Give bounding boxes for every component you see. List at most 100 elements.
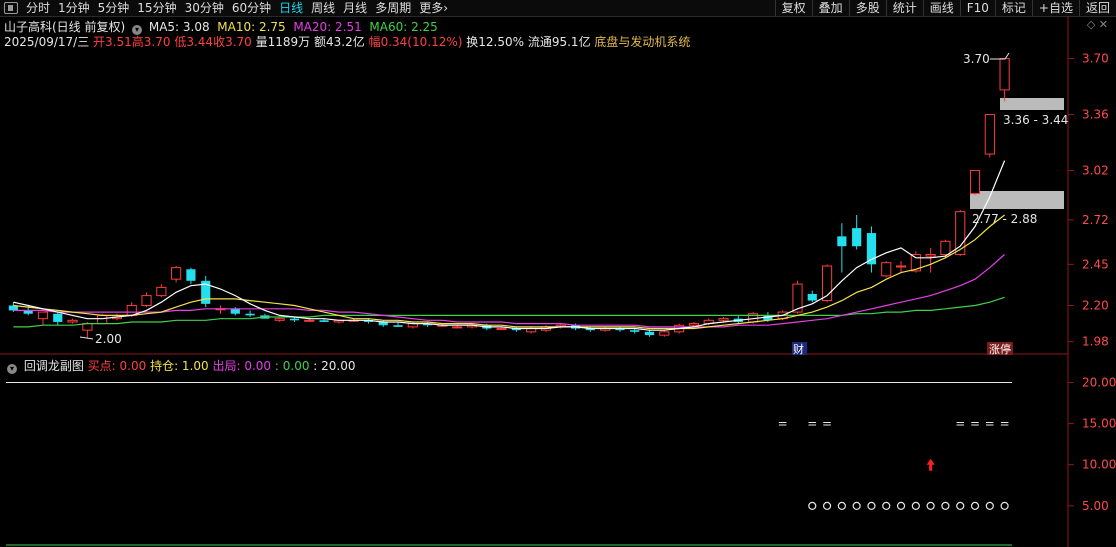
buy-arrow-icon — [926, 458, 935, 471]
candle-down — [733, 318, 743, 322]
price-tick-label: 2.45 — [1082, 257, 1109, 271]
sub-indicator-name[interactable]: 回调龙副图 — [24, 359, 84, 373]
low-value: 低3.44 — [174, 35, 214, 49]
kline-chart: 3.70 3.36 3.02 2.72 2.45 2.20 1.98 20.00 15.00 1… — [0, 16, 1116, 547]
price-tick-label: 3.02 — [1082, 164, 1109, 178]
buy-point-value: 买点: 0.00 — [87, 359, 147, 373]
back-button[interactable]: 返回 — [1078, 0, 1116, 16]
close-value: 收3.70 — [213, 35, 252, 49]
zhangting-label: 涨停 — [989, 342, 1011, 356]
candle-up — [111, 316, 123, 320]
signal-circle — [882, 501, 891, 510]
candle-down — [585, 328, 595, 331]
signal-circle — [956, 501, 965, 510]
candle-down — [363, 320, 374, 322]
candle-up — [540, 326, 552, 331]
panel-toggle-icon[interactable] — [4, 2, 18, 14]
diamond-icon[interactable]: ◇ — [1087, 18, 1095, 31]
low-leader-line — [79, 336, 94, 340]
change-value: 幅0.34(10.12%) — [368, 35, 463, 49]
price-tick-label: 3.70 — [1082, 52, 1109, 66]
candle-down — [615, 328, 625, 331]
resistance-zone-1 — [1000, 98, 1064, 110]
candle-up — [821, 265, 833, 302]
period-tab[interactable]: 月线 — [339, 0, 371, 16]
sub-settings-icon[interactable]: ▾ — [7, 364, 17, 374]
period-tab[interactable]: 30分钟 — [181, 0, 228, 16]
fuquan-button[interactable]: 复权 — [774, 0, 812, 16]
candle-up — [97, 314, 108, 325]
signal-equals-mark: = — [807, 417, 817, 431]
zone1-label: 3.36 - 3.44 — [1003, 113, 1068, 127]
signal-circle — [896, 501, 906, 510]
ma20-line — [13, 254, 1005, 328]
industry-system: 底盘与发动机系统 — [594, 35, 691, 49]
signal-circle — [852, 501, 861, 510]
period-tab[interactable]: 60分钟 — [228, 0, 275, 16]
candle-up — [171, 267, 182, 280]
low-label: 2.00 — [95, 332, 122, 346]
period-tab[interactable]: 多周期 — [371, 0, 415, 16]
high-value: 高3.70 — [131, 35, 171, 49]
period-tab-active[interactable]: 日线 — [275, 0, 307, 16]
period-toolbar: 分时 1分钟 5分钟 15分钟 30分钟 60分钟 日线 周线 月线 多周期 更… — [0, 0, 1116, 17]
candle-up — [940, 240, 951, 255]
candle-down — [289, 318, 300, 321]
price-tick-label: 2.72 — [1082, 213, 1109, 227]
draw-line-button[interactable]: 画线 — [922, 0, 960, 16]
candle-down — [511, 328, 521, 331]
period-tab[interactable]: 15分钟 — [133, 0, 180, 16]
period-tab[interactable]: 分时 — [22, 0, 54, 16]
candle-up — [881, 262, 892, 277]
stock-name[interactable]: 山子高科(日线 前复权) — [4, 20, 125, 34]
price-tick-label: 2.20 — [1082, 298, 1109, 312]
signal-circle — [867, 501, 876, 510]
sub-value-2: : 20.00 — [313, 359, 356, 373]
period-tab[interactable]: 1分钟 — [54, 0, 94, 16]
candle-up — [895, 265, 907, 268]
f10-button[interactable]: F10 — [959, 0, 995, 16]
sub-tick-label: 10.00 — [1082, 458, 1116, 472]
statistics-button[interactable]: 统计 — [885, 0, 923, 16]
candle-down — [807, 293, 817, 301]
price-tick-label: 3.36 — [1082, 108, 1109, 122]
date-value: 2025/09/17/三 — [4, 35, 90, 49]
close-icon[interactable]: ✕ — [1099, 18, 1108, 31]
candle-up — [600, 328, 611, 331]
hold-value: 持仓: 1.00 — [150, 359, 209, 373]
sub-tick-label: 15.00 — [1082, 417, 1116, 431]
add-watchlist-button[interactable]: +自选 — [1031, 0, 1079, 16]
candle-down — [53, 313, 63, 322]
candle-down — [852, 228, 862, 247]
candle-up — [274, 318, 285, 321]
candle-up — [659, 331, 670, 336]
signal-equals-mark: = — [778, 417, 788, 431]
chevron-right-icon: › — [443, 1, 449, 15]
signal-circle — [941, 501, 950, 510]
mark-button[interactable]: 标记 — [994, 0, 1032, 16]
signal-equals-mark: = — [1000, 417, 1010, 431]
toolbar-right-buttons: 复权 叠加 多股 统计 画线 F10 标记 +自选 返回 — [774, 0, 1116, 16]
high-label: 3.70 — [963, 52, 990, 66]
more-menu[interactable]: 更多› — [415, 0, 452, 16]
candle-down — [837, 236, 847, 247]
multi-stock-button[interactable]: 多股 — [848, 0, 886, 16]
period-tab[interactable]: 5分钟 — [94, 0, 134, 16]
ma5-line — [13, 160, 1006, 331]
high-leader-line — [990, 52, 1010, 60]
signal-circle — [837, 501, 846, 510]
candle-up — [777, 311, 788, 320]
candle-up — [674, 324, 685, 333]
candle-up — [437, 324, 448, 327]
candle-up — [348, 319, 359, 322]
overlay-button[interactable]: 叠加 — [811, 0, 849, 16]
candle-down — [245, 313, 255, 316]
candle-up — [555, 324, 566, 328]
candle-down — [186, 269, 196, 281]
period-tab[interactable]: 周线 — [307, 0, 339, 16]
amount-value: 额43.2亿 — [314, 35, 365, 49]
signal-equals-mark: = — [955, 417, 965, 431]
candle-up — [215, 308, 226, 311]
more-label: 更多 — [419, 1, 444, 15]
candle-down — [570, 325, 581, 329]
